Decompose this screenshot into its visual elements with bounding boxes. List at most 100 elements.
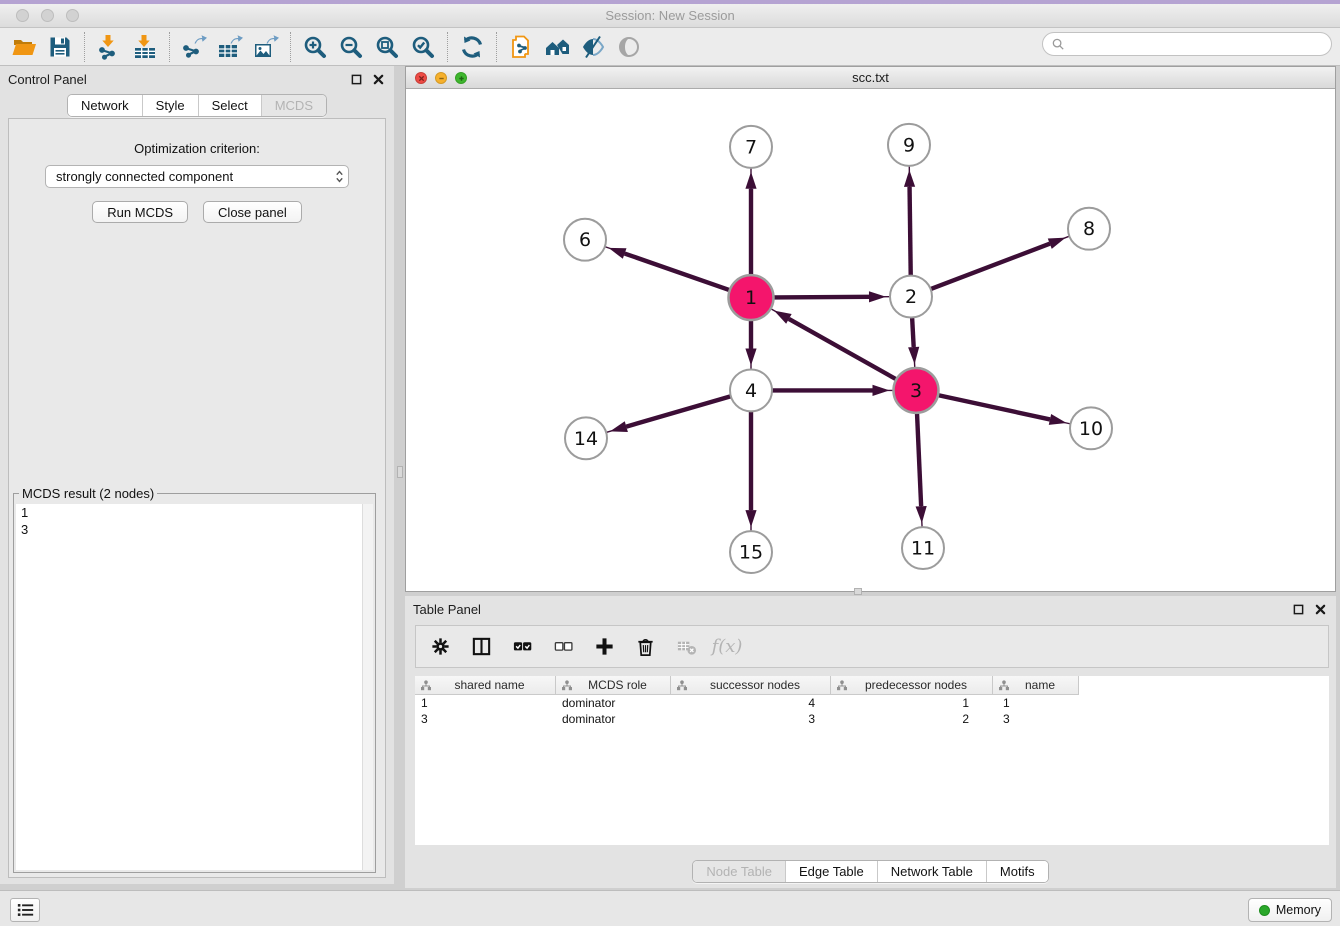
graph-node-15[interactable]: 15 (730, 531, 772, 573)
column-header-MCDS-role[interactable]: MCDS role (556, 676, 671, 694)
table-panel-header: Table Panel (405, 596, 1336, 622)
edge-1-4[interactable] (745, 320, 756, 369)
task-history-button[interactable] (10, 898, 40, 922)
tab-motifs[interactable]: Motifs (987, 861, 1048, 882)
table-cell[interactable]: 1 (415, 695, 556, 711)
edge-3-1[interactable] (771, 309, 897, 380)
run-mcds-button[interactable]: Run MCDS (92, 201, 188, 223)
graph-node-11[interactable]: 11 (902, 527, 944, 569)
home-icon[interactable] (539, 31, 575, 63)
graph-node-2[interactable]: 2 (890, 276, 932, 318)
export-image-icon[interactable] (248, 31, 284, 63)
table-cell[interactable]: 1 (831, 695, 993, 711)
node-table: shared nameMCDS rolesuccessor nodesprede… (415, 676, 1329, 845)
function-label: f(x) (712, 636, 743, 657)
tab-select[interactable]: Select (199, 95, 262, 116)
table-cell[interactable]: 1 (993, 695, 1079, 711)
status-bar: Memory (0, 890, 1340, 926)
table-cell[interactable]: 3 (671, 711, 831, 727)
table-cell[interactable]: dominator (556, 711, 671, 727)
graph-node-9[interactable]: 9 (888, 124, 930, 166)
edge-2-3[interactable] (908, 318, 919, 368)
export-network-icon[interactable] (176, 31, 212, 63)
mcds-result-title: MCDS result (2 nodes) (19, 486, 157, 501)
delete-icon[interactable] (633, 635, 657, 659)
close-panel-button[interactable]: Close panel (203, 201, 302, 223)
columns-icon[interactable] (469, 635, 493, 659)
mcds-result-area[interactable]: 13 (16, 504, 373, 870)
close-panel-icon[interactable] (370, 71, 386, 87)
column-header-successor-nodes[interactable]: successor nodes (671, 676, 831, 694)
search-input[interactable] (1066, 35, 1331, 53)
edge-2-8[interactable] (931, 236, 1070, 289)
save-icon[interactable] (42, 31, 78, 63)
result-line: 1 (16, 504, 373, 521)
tab-style[interactable]: Style (143, 95, 199, 116)
edge-1-2[interactable] (773, 291, 890, 302)
style-preview-icon[interactable] (575, 31, 611, 63)
open-icon[interactable] (6, 31, 42, 63)
result-scrollbar[interactable] (362, 504, 373, 870)
graph-node-8[interactable]: 8 (1068, 208, 1110, 250)
table-row[interactable]: 3dominator323 (415, 711, 1329, 727)
vertical-splitter-handle[interactable] (397, 466, 403, 478)
export-table-icon[interactable] (212, 31, 248, 63)
network-canvas[interactable]: 7 9 6 8 1 2 4 3 14 10 15 11 (406, 89, 1335, 591)
graph-node-10[interactable]: 10 (1070, 407, 1112, 449)
edge-2-9[interactable] (904, 166, 915, 276)
optimization-value: strongly connected component (56, 169, 335, 184)
graph-node-14[interactable]: 14 (565, 417, 607, 459)
memory-button[interactable]: Memory (1248, 898, 1332, 922)
close-table-panel-icon[interactable] (1312, 601, 1328, 617)
deselect-all-icon[interactable] (551, 635, 575, 659)
tab-node-table[interactable]: Node Table (693, 861, 786, 882)
select-all-icon[interactable] (510, 635, 534, 659)
add-icon[interactable] (592, 635, 616, 659)
network-titlebar: scc.txt (406, 67, 1335, 89)
tab-network-table[interactable]: Network Table (878, 861, 987, 882)
import-table-icon[interactable] (127, 31, 163, 63)
table-row[interactable]: 1dominator411 (415, 695, 1329, 711)
import-network-icon[interactable] (91, 31, 127, 63)
toolbar-separator (496, 32, 497, 62)
column-header-name[interactable]: name (993, 676, 1079, 694)
graph-node-6[interactable]: 6 (564, 219, 606, 261)
search-box[interactable] (1042, 32, 1332, 56)
table-panel-title: Table Panel (413, 602, 481, 617)
float-panel-icon[interactable] (348, 71, 364, 87)
graph-node-3[interactable]: 3 (894, 368, 939, 413)
edge-4-3[interactable] (772, 385, 894, 396)
table-cell[interactable]: 2 (831, 711, 993, 727)
table-cell[interactable]: 3 (993, 711, 1079, 727)
graph-node-4[interactable]: 4 (730, 369, 772, 411)
tab-network[interactable]: Network (68, 95, 143, 116)
zoom-out-icon[interactable] (333, 31, 369, 63)
table-cell[interactable]: 3 (415, 711, 556, 727)
column-header-predecessor-nodes[interactable]: predecessor nodes (831, 676, 993, 694)
tab-mcds[interactable]: MCDS (262, 95, 326, 116)
zoom-fit-icon[interactable] (369, 31, 405, 63)
edge-1-6[interactable] (605, 247, 730, 291)
table-cell[interactable]: dominator (556, 695, 671, 711)
search-icon (1051, 37, 1066, 52)
column-header-shared-name[interactable]: shared name (415, 676, 556, 694)
zoom-in-icon[interactable] (297, 31, 333, 63)
graph-node-7[interactable]: 7 (730, 126, 772, 168)
table-cell[interactable]: 4 (671, 695, 831, 711)
tab-edge-table[interactable]: Edge Table (786, 861, 878, 882)
float-table-panel-icon[interactable] (1290, 601, 1306, 617)
edge-4-14[interactable] (606, 396, 731, 432)
control-panel-title: Control Panel (8, 72, 87, 87)
refresh-icon[interactable] (454, 31, 490, 63)
node-label: 10 (1079, 418, 1103, 440)
horizontal-splitter-handle[interactable] (854, 588, 862, 595)
gear-icon[interactable] (428, 635, 452, 659)
clone-network-icon[interactable] (503, 31, 539, 63)
edge-4-15[interactable] (745, 411, 756, 531)
edge-3-11[interactable] (916, 413, 927, 527)
zoom-selected-icon[interactable] (405, 31, 441, 63)
optimization-select[interactable]: strongly connected component (45, 165, 349, 188)
graph-node-1[interactable]: 1 (729, 275, 774, 320)
edge-1-7[interactable] (745, 168, 756, 275)
edge-3-10[interactable] (938, 395, 1070, 425)
